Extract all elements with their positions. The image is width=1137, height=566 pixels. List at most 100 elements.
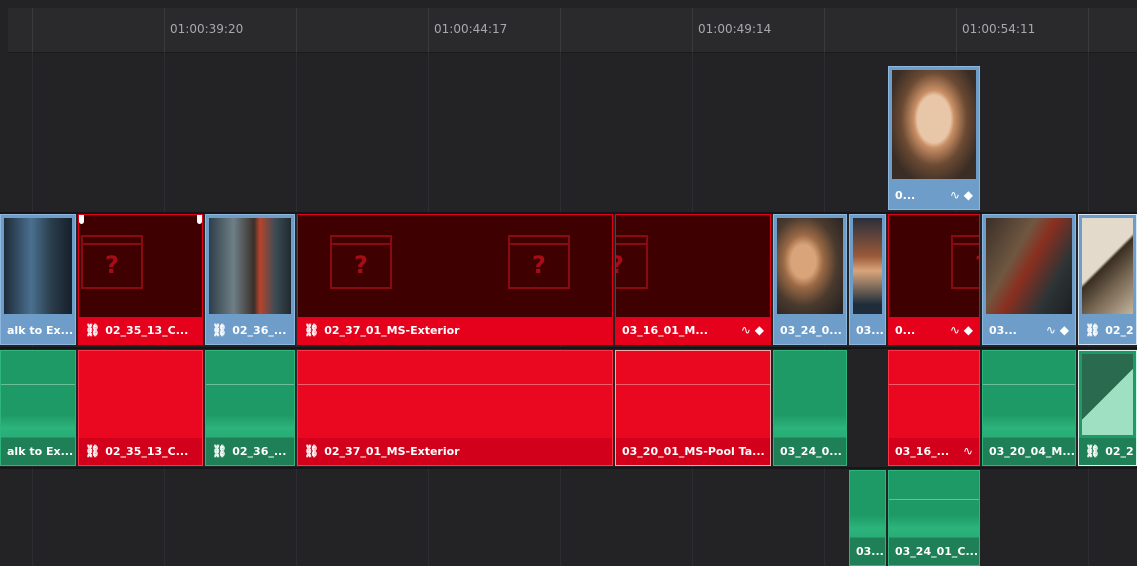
keyframe-icon: ◆	[754, 323, 764, 337]
video-clip[interactable]: 03...	[849, 214, 886, 345]
audio-clip[interactable]: ⛓ 02_36_...	[205, 350, 295, 466]
missing-audio-clip[interactable]: ⛓ 02_37_01_MS-Exterior	[297, 350, 613, 466]
audio-waveform	[1, 415, 75, 437]
ruler-tick	[164, 8, 165, 52]
clip-icons: ∿ ◆	[741, 317, 764, 344]
video-clip[interactable]: 03... ∿ ◆	[982, 214, 1076, 345]
volume-line[interactable]	[983, 384, 1075, 385]
trim-handle[interactable]	[197, 215, 202, 224]
ruler-tick	[956, 8, 957, 52]
clip-thumbnail	[892, 70, 976, 179]
track-separator	[0, 347, 1137, 349]
timecode-label: 01:00:49:14	[698, 22, 772, 36]
trim-handle[interactable]	[79, 215, 84, 224]
audio-transition-clip[interactable]: ⛓ 02_2	[1078, 350, 1137, 466]
timecode-label: 01:00:54:11	[962, 22, 1036, 36]
timecode-label: 01:00:39:20	[170, 22, 244, 36]
missing-media-clip[interactable]: ? 0... ∿ ◆	[888, 214, 980, 345]
audio-clip[interactable]: 03_24_01_C...	[888, 470, 980, 566]
clip-icons: ∿	[963, 438, 973, 465]
missing-media-icon: ?	[508, 235, 570, 289]
timecode-ruler[interactable]: 01:00:39:20 01:00:44:17 01:00:49:14 01:0…	[8, 8, 1137, 53]
missing-media-clip[interactable]: ? ? ⛓ 02_37_01_MS-Exterior	[297, 214, 613, 345]
clip-icons: ∿ ◆	[950, 317, 973, 344]
clip-thumbnail	[777, 218, 843, 314]
audio-waveform	[850, 515, 885, 537]
clip-label: ⛓ 02_2	[1079, 317, 1136, 344]
timecode-label: 01:00:44:17	[434, 22, 508, 36]
link-icon: ⛓	[85, 323, 101, 337]
clip-thumbnail	[1082, 218, 1133, 314]
missing-media-icon: ?	[81, 235, 143, 289]
missing-media-icon: ?	[616, 235, 648, 289]
missing-audio-clip[interactable]: 03_20_01_MS-Pool Ta...	[615, 350, 771, 466]
clip-label: ⛓ 02_35_13_C...	[79, 317, 202, 344]
video-clip[interactable]: alk to Ex...	[0, 214, 76, 345]
volume-line[interactable]	[206, 384, 294, 385]
clip-label: ⛓ 02_37_01_MS-Exterior	[298, 438, 612, 465]
ruler-tick	[1088, 8, 1089, 52]
audio-waveform	[983, 415, 1075, 437]
missing-media-icon: ?	[951, 235, 979, 289]
video-clip[interactable]: 0... ∿ ◆	[888, 66, 980, 210]
audio-waveform	[206, 415, 294, 437]
volume-line[interactable]	[889, 499, 979, 500]
audio-clip[interactable]: alk to Ex...	[0, 350, 76, 466]
link-icon: ⛓	[1085, 323, 1101, 337]
audio-clip[interactable]: 03_20_04_M...	[982, 350, 1076, 466]
keyframe-icon: ◆	[963, 188, 973, 202]
curve-icon: ∿	[949, 323, 960, 337]
keyframe-icon: ◆	[1059, 323, 1069, 337]
clip-icons: ∿ ◆	[1046, 317, 1069, 344]
clip-label: 03_24_0...	[774, 438, 846, 465]
clip-label: ⛓ 02_35_13_C...	[79, 438, 202, 465]
missing-audio-clip[interactable]: ⛓ 02_35_13_C...	[78, 350, 203, 466]
link-icon: ⛓	[304, 444, 320, 458]
clip-label: ⛓ 02_37_01_MS-Exterior	[298, 317, 612, 344]
volume-line[interactable]	[298, 384, 612, 385]
curve-icon: ∿	[740, 323, 751, 337]
clip-label: ⛓ 02_2	[1079, 438, 1136, 465]
ruler-tick	[32, 8, 33, 52]
curve-icon: ∿	[949, 188, 960, 202]
volume-line[interactable]	[616, 384, 770, 385]
link-icon: ⛓	[212, 323, 228, 337]
clip-label: ⛓ 02_36_...	[206, 438, 294, 465]
link-icon: ⛓	[1085, 444, 1101, 458]
clip-icons: ∿ ◆	[950, 182, 973, 209]
clip-label: 03_20_01_MS-Pool Ta...	[616, 438, 770, 465]
audio-waveform	[889, 515, 979, 537]
clip-thumbnail	[4, 218, 72, 314]
clip-label: alk to Ex...	[1, 438, 75, 465]
missing-media-icon: ?	[330, 235, 392, 289]
volume-line[interactable]	[1, 384, 75, 385]
audio-waveform	[774, 415, 846, 437]
track-separator	[0, 467, 1137, 469]
cross-fade-indicator	[1082, 354, 1133, 435]
video-clip[interactable]: ⛓ 02_36_...	[205, 214, 295, 345]
clip-label: 03_24_01_C...	[889, 538, 979, 565]
audio-clip[interactable]: 03_24_0...	[773, 350, 847, 466]
transition-clip[interactable]: ⛓ 02_2	[1078, 214, 1137, 345]
clip-label: 03_20_04_M...	[983, 438, 1075, 465]
curve-icon: ∿	[962, 444, 973, 458]
clip-thumbnail	[986, 218, 1072, 314]
volume-line[interactable]	[889, 384, 979, 385]
ruler-tick	[824, 8, 825, 52]
timeline-panel: 01:00:39:20 01:00:44:17 01:00:49:14 01:0…	[0, 0, 1137, 566]
link-icon: ⛓	[85, 444, 101, 458]
link-icon: ⛓	[304, 323, 320, 337]
video-clip[interactable]: 03_24_0...	[773, 214, 847, 345]
clip-label: 03...	[850, 317, 885, 344]
ruler-tick	[692, 8, 693, 52]
clip-label: 03...	[850, 538, 885, 565]
audio-clip[interactable]: 03...	[849, 470, 886, 566]
missing-media-clip[interactable]: ? 03_16_01_M... ∿ ◆	[615, 214, 771, 345]
clip-label: ⛓ 02_36_...	[206, 317, 294, 344]
ruler-tick	[560, 8, 561, 52]
clip-thumbnail	[209, 218, 291, 314]
ruler-tick	[296, 8, 297, 52]
ruler-tick	[428, 8, 429, 52]
missing-audio-clip[interactable]: 03_16_... ∿	[888, 350, 980, 466]
missing-media-clip[interactable]: ? ⛓ 02_35_13_C...	[78, 214, 203, 345]
